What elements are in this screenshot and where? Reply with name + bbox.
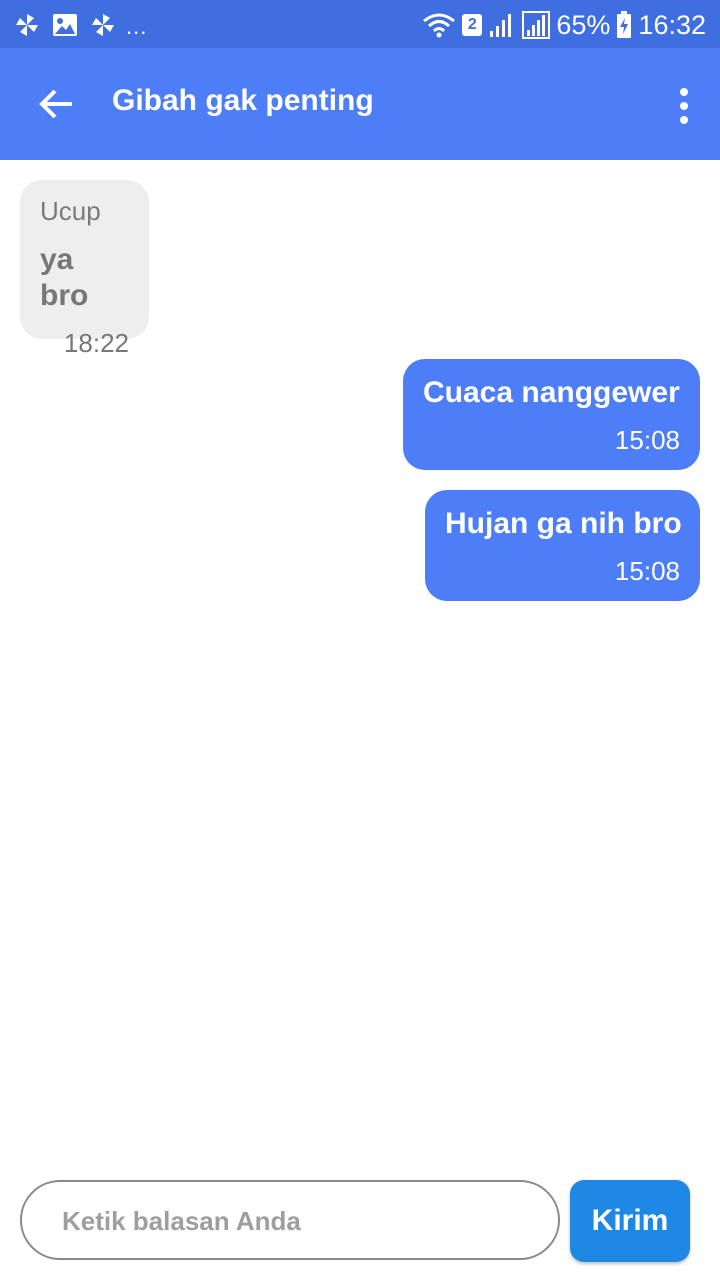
- status-bar: ... 2 65% 16:32: [0, 0, 720, 48]
- signal-icon: [522, 11, 551, 39]
- more-notifications-indicator: ...: [126, 14, 148, 39]
- signal-icon: [490, 14, 512, 37]
- send-button[interactable]: Kirim: [570, 1180, 690, 1262]
- system-status: 2 65% 16:32: [422, 8, 706, 42]
- arrow-left-icon: [39, 89, 72, 119]
- message-text: Cuaca nanggewer: [423, 376, 680, 409]
- pinwheel-icon: [92, 14, 114, 36]
- clock: 16:32: [638, 9, 706, 40]
- battery-charging-icon: [617, 11, 632, 38]
- message-input-container: [20, 1180, 560, 1260]
- chat-screen: ... 2 65% 16:32 Gibah gak penting Ucup y…: [0, 0, 720, 1280]
- more-vertical-icon-dot: [680, 116, 688, 124]
- message-sender: Ucup: [40, 196, 101, 226]
- message-time: 15:08: [614, 556, 680, 586]
- chat-title: Gibah gak penting: [112, 84, 374, 117]
- message-input[interactable]: [60, 1182, 534, 1260]
- sim-indicator: 2: [462, 14, 483, 36]
- message-text: ya bro: [40, 243, 89, 312]
- overflow-menu-button[interactable]: [672, 84, 696, 128]
- back-button[interactable]: [30, 78, 82, 130]
- wifi-icon: [423, 13, 456, 38]
- app-bar: Gibah gak penting: [0, 48, 720, 160]
- outgoing-message[interactable]: Cuaca nanggewer 15:08: [403, 359, 700, 470]
- more-vertical-icon-dot: [680, 88, 688, 96]
- outgoing-message[interactable]: Hujan ga nih bro 15:08: [425, 490, 700, 601]
- message-time: 15:08: [614, 425, 680, 455]
- incoming-message[interactable]: Ucup ya bro 18:22: [20, 180, 149, 358]
- battery-percentage: 65%: [556, 9, 611, 40]
- image-icon: [53, 14, 77, 36]
- more-vertical-icon-dot: [680, 102, 688, 110]
- notification-icons: ...: [14, 10, 147, 40]
- pinwheel-icon: [16, 14, 38, 36]
- message-time: 18:22: [63, 328, 129, 358]
- message-text: Hujan ga nih bro: [445, 507, 682, 540]
